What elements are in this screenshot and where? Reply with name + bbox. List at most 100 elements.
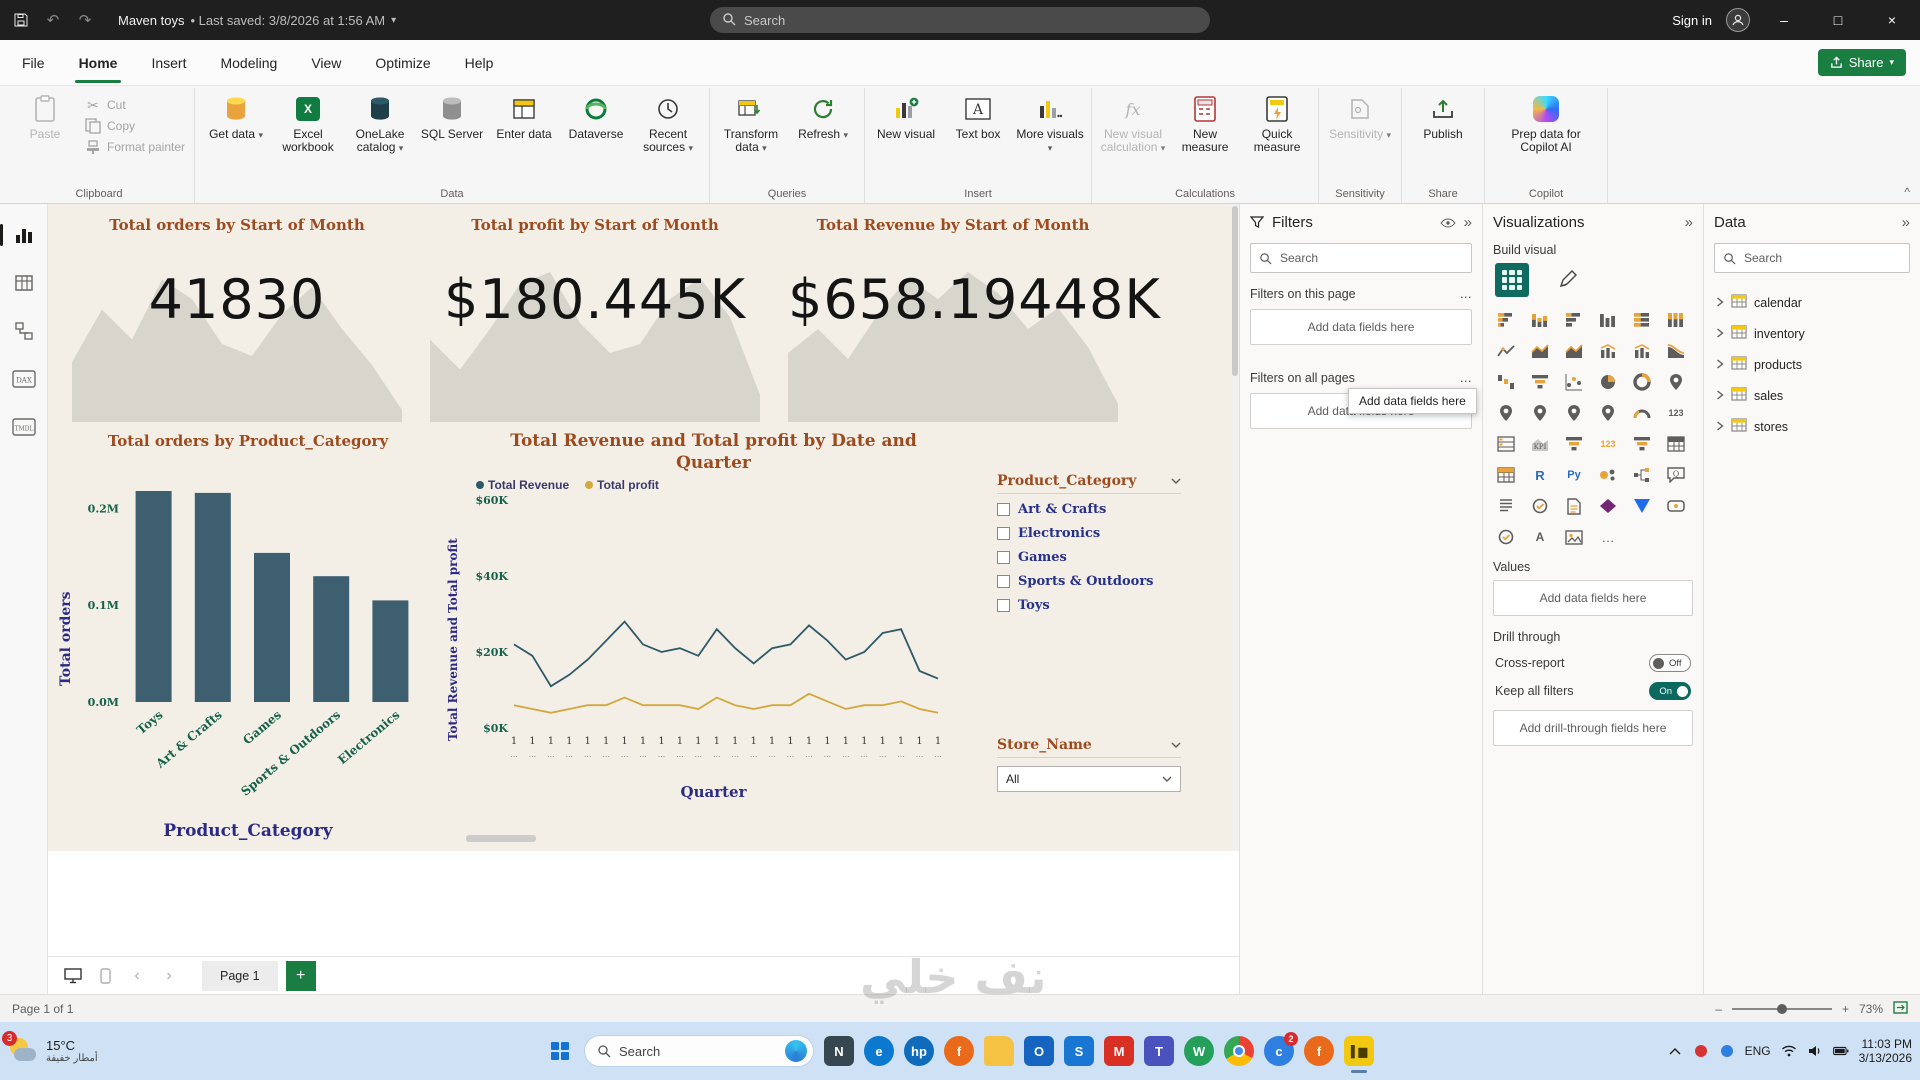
donut-chart-icon[interactable] <box>1629 369 1655 395</box>
chevron-down-icon[interactable] <box>1171 472 1181 490</box>
ribbon-publish-button[interactable]: Publish <box>1407 88 1479 143</box>
file-title[interactable]: Maven toys • Last saved: 3/8/2026 at 1:5… <box>118 13 396 28</box>
share-button[interactable]: Share ▾ <box>1818 49 1906 76</box>
ribbon-new-measure-button[interactable]: New measure <box>1169 88 1241 156</box>
checkbox-icon[interactable] <box>997 503 1010 516</box>
report-view-icon[interactable] <box>9 220 39 250</box>
taskbar-app-hp-app[interactable]: hp <box>904 1036 934 1066</box>
minimize-button[interactable]: – <box>1764 0 1804 40</box>
weather-widget[interactable]: 3 15°C أمطار خفيفة <box>8 1036 308 1066</box>
canvas-scrollbar[interactable] <box>1231 204 1239 851</box>
slicer-item-electronics[interactable]: Electronics <box>997 526 1181 541</box>
stacked-area-chart-icon[interactable] <box>1561 338 1587 364</box>
collapse-pane-icon[interactable]: » <box>1464 214 1472 231</box>
ribbon-quick-measure-button[interactable]: Quick measure <box>1241 88 1313 156</box>
power-apps-visual-icon[interactable] <box>1595 493 1621 519</box>
checkbox-icon[interactable] <box>997 527 1010 540</box>
sign-in-link[interactable]: Sign in <box>1672 13 1712 28</box>
legend-item-total-revenue[interactable]: Total Revenue <box>476 478 569 492</box>
slicer-item-sports-outdoors[interactable]: Sports & Outdoors <box>997 574 1181 589</box>
report-page[interactable]: Total orders by Product_Category Total o… <box>48 204 1231 851</box>
kpi-card-2[interactable]: Total profit by Start of Month $180.445K <box>430 212 760 422</box>
slicer-item-toys[interactable]: Toys <box>997 598 1181 613</box>
line-and-stacked-column-chart-icon[interactable] <box>1595 338 1621 364</box>
chevron-right-icon[interactable] <box>1716 389 1724 403</box>
waterfall-chart-icon[interactable] <box>1493 369 1519 395</box>
ellipsis-icon[interactable]: … <box>1460 287 1473 301</box>
chevron-right-icon[interactable] <box>1716 358 1724 372</box>
ribbon-tab-home[interactable]: Home <box>77 49 120 77</box>
chevron-right-icon[interactable] <box>1716 420 1724 434</box>
pie-chart-icon[interactable] <box>1595 369 1621 395</box>
stacked-bar-chart-icon[interactable] <box>1493 307 1519 333</box>
product-category-slicer[interactable]: Product_Category Art & Crafts Electronic… <box>997 472 1181 622</box>
line-chart-visual[interactable]: Total Revenue and Total profit by Date a… <box>446 430 981 842</box>
taskbar-app-teams[interactable]: T <box>1144 1036 1174 1066</box>
ribbon-tab-help[interactable]: Help <box>463 49 496 77</box>
legend-item-total-profit[interactable]: Total profit <box>585 478 659 492</box>
chevron-down-icon[interactable] <box>1171 736 1181 754</box>
clustered-column-chart-icon[interactable] <box>1595 307 1621 333</box>
taskbar-app-power-bi[interactable]: ▌▆ <box>1344 1036 1374 1066</box>
new-page-button[interactable]: + <box>286 961 316 991</box>
azure-map-icon[interactable] <box>1595 400 1621 426</box>
line-chart-scrollbar[interactable] <box>466 835 536 842</box>
kpi-card-3[interactable]: Total Revenue by Start of Month $658.194… <box>788 212 1118 422</box>
taskbar-app-microsoft-store[interactable]: S <box>1064 1036 1094 1066</box>
kpi-icon[interactable]: KPI <box>1527 431 1553 457</box>
ribbon-tab-modeling[interactable]: Modeling <box>218 49 279 77</box>
taskbar-app-mail[interactable]: M <box>1104 1036 1134 1066</box>
gauge-icon[interactable] <box>1629 400 1655 426</box>
ribbon-tab-view[interactable]: View <box>309 49 343 77</box>
cross-report-toggle[interactable]: Off <box>1649 654 1691 672</box>
wifi-icon[interactable] <box>1781 1043 1797 1059</box>
data-table-products[interactable]: products <box>1714 349 1910 380</box>
map-icon[interactable] <box>1493 400 1519 426</box>
line-and-clustered-column-chart-icon[interactable] <box>1629 338 1655 364</box>
text-box-icon[interactable]: A <box>1527 524 1553 550</box>
data-search-input[interactable]: Search <box>1714 243 1910 273</box>
store-dropdown[interactable]: All <box>997 766 1181 792</box>
ribbon-tab-file[interactable]: File <box>20 49 47 77</box>
taskbar-app-outlook[interactable]: O <box>1024 1036 1054 1066</box>
bar-chart-plot[interactable]: 0.0M0.1M0.2MToysArt & CraftsGamesSports … <box>80 450 420 827</box>
r-script-visual-icon[interactable]: R <box>1527 462 1553 488</box>
next-page-icon[interactable]: › <box>156 963 182 989</box>
q-and-a-icon[interactable]: Q <box>1663 462 1689 488</box>
100-stacked-bar-chart-icon[interactable] <box>1629 307 1655 333</box>
shape-map-icon[interactable] <box>1561 400 1587 426</box>
collapse-ribbon-icon[interactable]: ^ <box>1904 185 1910 199</box>
keep-all-filters-toggle[interactable]: On <box>1649 682 1691 700</box>
filled-map-icon[interactable] <box>1527 400 1553 426</box>
eye-icon[interactable] <box>1440 218 1456 228</box>
ribbon-sql-server-button[interactable]: SQL Server <box>416 88 488 143</box>
ribbon-tab-optimize[interactable]: Optimize <box>373 49 432 77</box>
ribbon-onelake-catalog-button[interactable]: OneLake catalog ▾ <box>344 88 416 157</box>
taskbar-app-notepad[interactable]: N <box>824 1036 854 1066</box>
chevron-right-icon[interactable] <box>1716 327 1724 341</box>
dax-query-view-icon[interactable]: DAX <box>9 364 39 394</box>
store-name-slicer[interactable]: Store_Name All <box>997 736 1181 792</box>
slicer-icon[interactable] <box>1561 431 1587 457</box>
desktop-layout-icon[interactable] <box>60 963 86 989</box>
ellipsis-icon[interactable]: … <box>1460 371 1473 385</box>
ribbon-excel-workbook-button[interactable]: X Excel workbook <box>272 88 344 156</box>
fit-to-page-icon[interactable] <box>1893 1001 1908 1017</box>
taskbar-search[interactable]: Search <box>584 1035 814 1067</box>
power-automate-visual-icon[interactable] <box>1629 493 1655 519</box>
filters-page-dropzone[interactable]: Add data fields here <box>1250 309 1472 345</box>
more-options-icon[interactable]: … <box>1595 524 1621 550</box>
clustered-bar-chart-icon[interactable] <box>1561 307 1587 333</box>
chevron-right-icon[interactable] <box>1716 296 1724 310</box>
previous-page-icon[interactable]: ‹ <box>124 963 150 989</box>
python-visual-icon[interactable]: Py <box>1561 462 1587 488</box>
scatter-chart-icon[interactable] <box>1561 369 1587 395</box>
security-tray-icon[interactable] <box>1693 1043 1709 1059</box>
language-indicator[interactable]: ENG <box>1745 1044 1771 1058</box>
account-avatar[interactable] <box>1726 8 1750 32</box>
new-card-icon[interactable]: 123 <box>1595 431 1621 457</box>
data-table-calendar[interactable]: calendar <box>1714 287 1910 318</box>
paginated-report-icon[interactable] <box>1561 493 1587 519</box>
filters-search-input[interactable]: Search <box>1250 243 1472 273</box>
drill-through-dropzone[interactable]: Add drill-through fields here <box>1493 710 1693 746</box>
